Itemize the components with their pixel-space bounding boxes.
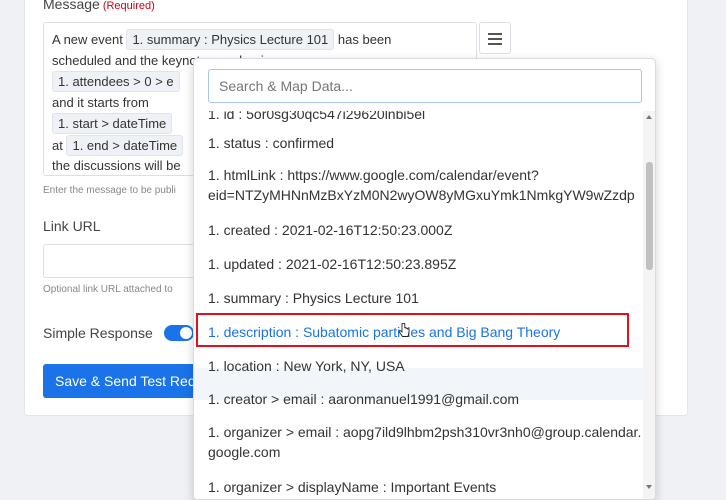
map-data-list: 1. id : 5or0sg30qc547i29620lnbi5el 1. st… bbox=[194, 111, 644, 499]
variable-chip[interactable]: 1. end > dateTime bbox=[66, 134, 184, 156]
message-text: at bbox=[52, 137, 63, 153]
hand-cursor-icon bbox=[398, 323, 410, 337]
simple-response-label: Simple Response bbox=[43, 325, 153, 341]
list-item-htmllink[interactable]: 1. htmlLink : https://www.google.com/cal… bbox=[208, 165, 644, 205]
list-item-location[interactable]: 1. location : New York, NY, USA bbox=[208, 356, 644, 376]
message-label-text: Message bbox=[43, 0, 100, 12]
variable-chip[interactable]: 1. attendees > 0 > e bbox=[52, 71, 180, 92]
scroll-down-icon[interactable] bbox=[646, 485, 652, 489]
message-text: and it starts from bbox=[52, 94, 149, 110]
list-item-creator-email[interactable]: 1. creator > email : aaronmanuel1991@gma… bbox=[208, 389, 644, 409]
map-data-dropdown: 1. id : 5or0sg30qc547i29620lnbi5el 1. st… bbox=[193, 58, 656, 500]
list-item-updated[interactable]: 1. updated : 2021-02-16T12:50:23.895Z bbox=[208, 254, 644, 274]
map-data-menu-button[interactable] bbox=[479, 22, 511, 54]
message-text: A new event bbox=[52, 32, 123, 47]
highlight-annotation-box bbox=[196, 313, 629, 347]
simple-response-toggle[interactable] bbox=[164, 325, 194, 341]
list-item-summary[interactable]: 1. summary : Physics Lecture 101 bbox=[208, 288, 644, 308]
save-send-test-button[interactable]: Save & Send Test Req bbox=[43, 364, 203, 398]
list-item-organizer-displayname[interactable]: 1. organizer > displayName : Important E… bbox=[208, 477, 644, 497]
required-tag: (Required) bbox=[102, 0, 155, 12]
list-item-created[interactable]: 1. created : 2021-02-16T12:50:23.000Z bbox=[208, 220, 644, 240]
map-data-search-input[interactable] bbox=[208, 69, 642, 103]
hamburger-icon bbox=[488, 38, 502, 40]
hamburger-icon bbox=[488, 43, 502, 45]
variable-chip[interactable]: 1. summary : Physics Lecture 101 bbox=[126, 29, 335, 50]
message-label: Message (Required) bbox=[43, 0, 155, 12]
list-item-status[interactable]: 1. status : confirmed bbox=[208, 133, 644, 153]
message-text: the discussions will be bbox=[52, 158, 181, 173]
message-text: has been bbox=[337, 32, 392, 47]
link-url-help-text: Optional link URL attached to bbox=[43, 284, 173, 295]
link-url-label: Link URL bbox=[43, 218, 101, 234]
scroll-up-icon[interactable] bbox=[646, 115, 652, 119]
list-item-id[interactable]: 1. id : 5or0sg30qc547i29620lnbi5el bbox=[208, 111, 644, 124]
message-help-text: Enter the message to be publi bbox=[43, 185, 176, 196]
variable-chip[interactable]: 1. start > dateTime bbox=[52, 113, 173, 134]
list-item-organizer-email[interactable]: 1. organizer > email : aopg7ild9lhbm2psh… bbox=[208, 422, 644, 462]
scrollbar-thumb[interactable] bbox=[646, 162, 653, 270]
hamburger-icon bbox=[488, 33, 502, 35]
